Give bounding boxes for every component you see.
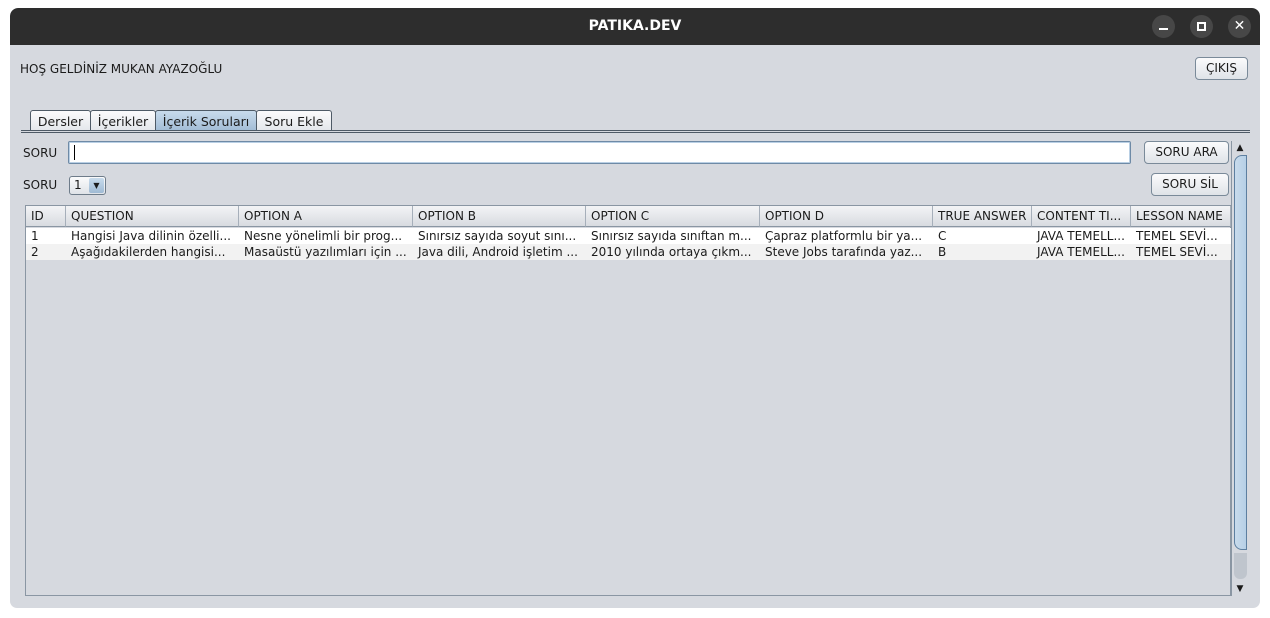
table-row[interactable]: 1 Hangisi Java dilinin özelli... Nesne y… bbox=[26, 228, 1231, 244]
cell-content-title: JAVA TEMELL... bbox=[1037, 245, 1125, 259]
cell-true-answer: B bbox=[938, 245, 947, 259]
column-header-question[interactable]: QUESTION bbox=[66, 206, 239, 227]
select-label: SORU bbox=[23, 178, 58, 192]
tab-soru-ekle[interactable]: Soru Ekle bbox=[256, 110, 332, 132]
column-header-lesson-name[interactable]: LESSON NAME bbox=[1131, 206, 1231, 227]
title-bar: PATIKA.DEV ✕ bbox=[10, 8, 1260, 45]
table-header: ID QUESTION OPTION A OPTION B OPTION C O… bbox=[26, 206, 1231, 227]
column-header-option-d[interactable]: OPTION D bbox=[760, 206, 933, 227]
app-window: PATIKA.DEV ✕ HOŞ GELDİNİZ MUKAN AYAZOĞLU… bbox=[10, 8, 1260, 608]
cell-option-d: Steve Jobs tarafında yaz... bbox=[765, 245, 923, 259]
minimize-button[interactable] bbox=[1152, 15, 1175, 38]
close-icon: ✕ bbox=[1233, 18, 1246, 34]
maximize-button[interactable] bbox=[1190, 15, 1213, 38]
maximize-icon bbox=[1197, 22, 1206, 31]
cell-option-b: Java dili, Android işletim ... bbox=[418, 245, 578, 259]
tab-dersler[interactable]: Dersler bbox=[30, 110, 91, 132]
cell-option-a: Masaüstü yazılımları için ... bbox=[244, 245, 407, 259]
tab-icerikler[interactable]: İçerikler bbox=[90, 110, 156, 132]
search-label: SORU bbox=[23, 146, 58, 160]
text-caret bbox=[74, 145, 75, 160]
column-header-option-a[interactable]: OPTION A bbox=[239, 206, 413, 227]
chevron-down-icon[interactable]: ▼ bbox=[89, 178, 104, 193]
vertical-scrollbar[interactable]: ▲ ▼ bbox=[1231, 141, 1247, 596]
scroll-up-icon[interactable]: ▲ bbox=[1234, 142, 1246, 154]
cell-option-c: Sınırsız sayıda sınıftan m... bbox=[591, 229, 752, 243]
column-header-true-answer[interactable]: TRUE ANSWER bbox=[933, 206, 1032, 227]
column-header-option-b[interactable]: OPTION B bbox=[413, 206, 586, 227]
welcome-label: HOŞ GELDİNİZ MUKAN AYAZOĞLU bbox=[20, 62, 223, 76]
cell-lesson-name: TEMEL SEVİ... bbox=[1136, 245, 1218, 259]
delete-button[interactable]: SORU SİL bbox=[1151, 173, 1229, 196]
exit-button[interactable]: ÇIKIŞ bbox=[1195, 57, 1248, 80]
cell-question: Aşağıdakilerden hangisi... bbox=[71, 245, 226, 259]
tab-icerik-sorulari[interactable]: İçerik Soruları bbox=[155, 110, 257, 132]
scroll-down-icon[interactable]: ▼ bbox=[1234, 583, 1246, 595]
close-button[interactable]: ✕ bbox=[1228, 15, 1251, 38]
cell-option-c: 2010 yılında ortaya çıkm... bbox=[591, 245, 752, 259]
search-input[interactable] bbox=[68, 141, 1131, 164]
column-header-content-title[interactable]: CONTENT TI... bbox=[1032, 206, 1131, 227]
window-title: PATIKA.DEV bbox=[588, 18, 682, 34]
cell-option-d: Çapraz platformlu bir ya... bbox=[765, 229, 923, 243]
scrollbar-track[interactable] bbox=[1234, 553, 1247, 579]
tab-separator bbox=[21, 130, 1250, 133]
column-header-id[interactable]: ID bbox=[26, 206, 66, 227]
question-select[interactable]: 1 ▼ bbox=[69, 176, 106, 195]
cell-true-answer: C bbox=[938, 229, 947, 243]
cell-content-title: JAVA TEMELL... bbox=[1037, 229, 1125, 243]
table-row[interactable]: 2 Aşağıdakilerden hangisi... Masaüstü ya… bbox=[26, 244, 1231, 260]
cell-option-a: Nesne yönelimli bir prog... bbox=[244, 229, 403, 243]
questions-table: ID QUESTION OPTION A OPTION B OPTION C O… bbox=[25, 205, 1231, 596]
cell-option-b: Sınırsız sayıda soyut sını... bbox=[418, 229, 577, 243]
cell-id: 2 bbox=[31, 245, 39, 259]
column-header-option-c[interactable]: OPTION C bbox=[586, 206, 760, 227]
question-select-value: 1 bbox=[74, 178, 82, 192]
minimize-icon bbox=[1159, 28, 1168, 30]
scrollbar-thumb[interactable] bbox=[1234, 155, 1247, 550]
search-button[interactable]: SORU ARA bbox=[1144, 141, 1229, 164]
cell-question: Hangisi Java dilinin özelli... bbox=[71, 229, 231, 243]
cell-lesson-name: TEMEL SEVİ... bbox=[1136, 229, 1218, 243]
cell-id: 1 bbox=[31, 229, 39, 243]
